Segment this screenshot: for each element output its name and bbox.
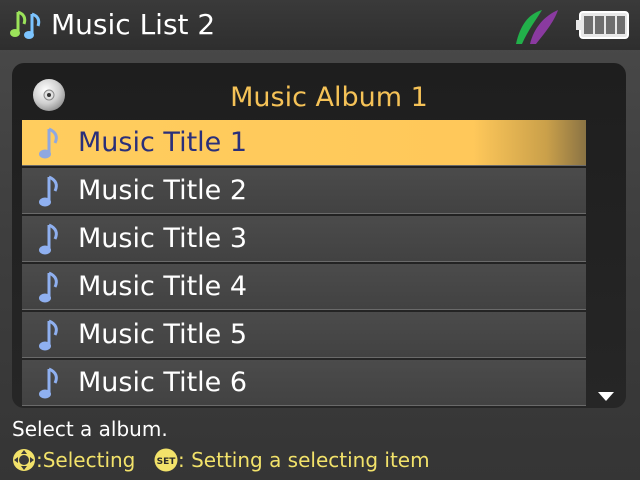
music-note-icon xyxy=(39,127,58,159)
track-title: Music Title 3 xyxy=(78,223,248,254)
scroll-down-arrow-icon[interactable] xyxy=(598,392,614,402)
music-note-icon xyxy=(39,271,58,303)
track-item-5[interactable]: Music Title 5 xyxy=(22,312,586,358)
help-selecting-text: :Selecting xyxy=(36,448,136,472)
track-title: Music Title 4 xyxy=(78,271,248,302)
track-list-panel: Music Album 1 Music Title 1 Music Title … xyxy=(12,63,626,408)
music-note-icon xyxy=(39,367,58,399)
help-setting-text: : Setting a selecting item xyxy=(178,448,430,472)
track-title: Music Title 2 xyxy=(78,175,248,206)
track-item-4[interactable]: Music Title 4 xyxy=(22,264,586,310)
track-item-1[interactable]: Music Title 1 xyxy=(22,120,586,166)
page-title: Music List 2 xyxy=(51,8,216,41)
track-title: Music Title 5 xyxy=(78,319,248,350)
title-bar: Music List 2 xyxy=(0,0,640,50)
track-item-2[interactable]: Music Title 2 xyxy=(22,168,586,214)
track-list: Music Title 1 Music Title 2 Music Title … xyxy=(22,120,586,408)
track-title: Music Title 6 xyxy=(78,367,248,398)
music-note-icon xyxy=(39,319,58,351)
album-name: Music Album 1 xyxy=(230,82,428,113)
music-note-icon xyxy=(10,10,41,39)
track-title: Music Title 1 xyxy=(78,127,248,158)
music-note-icon xyxy=(39,223,58,255)
set-button-icon: SET xyxy=(154,448,178,472)
track-item-3[interactable]: Music Title 3 xyxy=(22,216,586,262)
album-header: Music Album 1 xyxy=(12,63,626,119)
track-item-6[interactable]: Music Title 6 xyxy=(22,360,586,406)
battery-icon xyxy=(576,11,629,39)
set-button-text: SET xyxy=(157,457,177,467)
instruction-message: Select a album. xyxy=(12,417,168,441)
control-help: :Selecting SET : Setting a selecting ite… xyxy=(12,446,632,474)
music-note-icon xyxy=(39,175,58,207)
control-wheel-icon xyxy=(13,449,35,471)
leaf-icon xyxy=(516,10,558,44)
